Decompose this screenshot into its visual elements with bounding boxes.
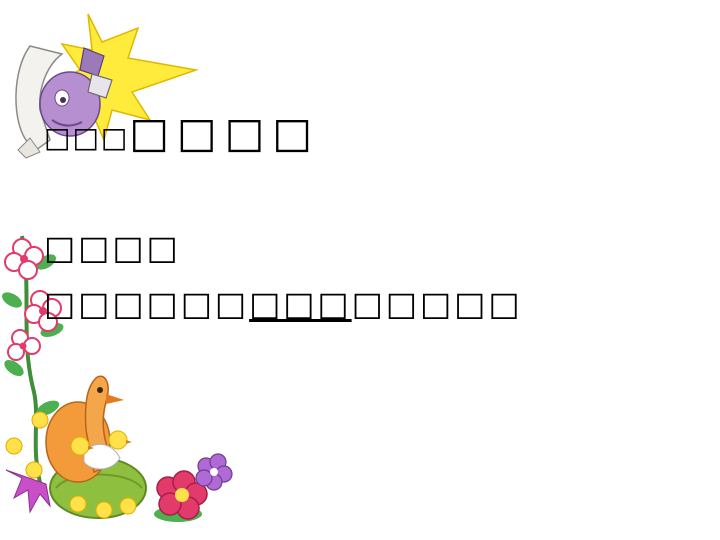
body-line-1: □□□□ bbox=[44, 228, 181, 267]
flower-cluster-icon bbox=[154, 453, 233, 522]
line2-after-text: □□□□□ bbox=[351, 284, 523, 323]
title-small-part: □□□ bbox=[44, 121, 130, 154]
clipart-decorations bbox=[2, 13, 233, 522]
slide-title: □□□□□□□ bbox=[44, 108, 320, 157]
line2-before-text: □□□□□□ bbox=[44, 284, 250, 323]
title-main-part: □□□□ bbox=[129, 108, 321, 157]
line2-underlined-text: □□□ bbox=[249, 284, 352, 323]
duck-nest-icon bbox=[45, 375, 147, 519]
slide: □□□□□□□ □□□□ □□□□□□□□□□□□□□ bbox=[0, 0, 720, 540]
body-line-2: □□□□□□□□□□□□□□ bbox=[44, 284, 523, 323]
